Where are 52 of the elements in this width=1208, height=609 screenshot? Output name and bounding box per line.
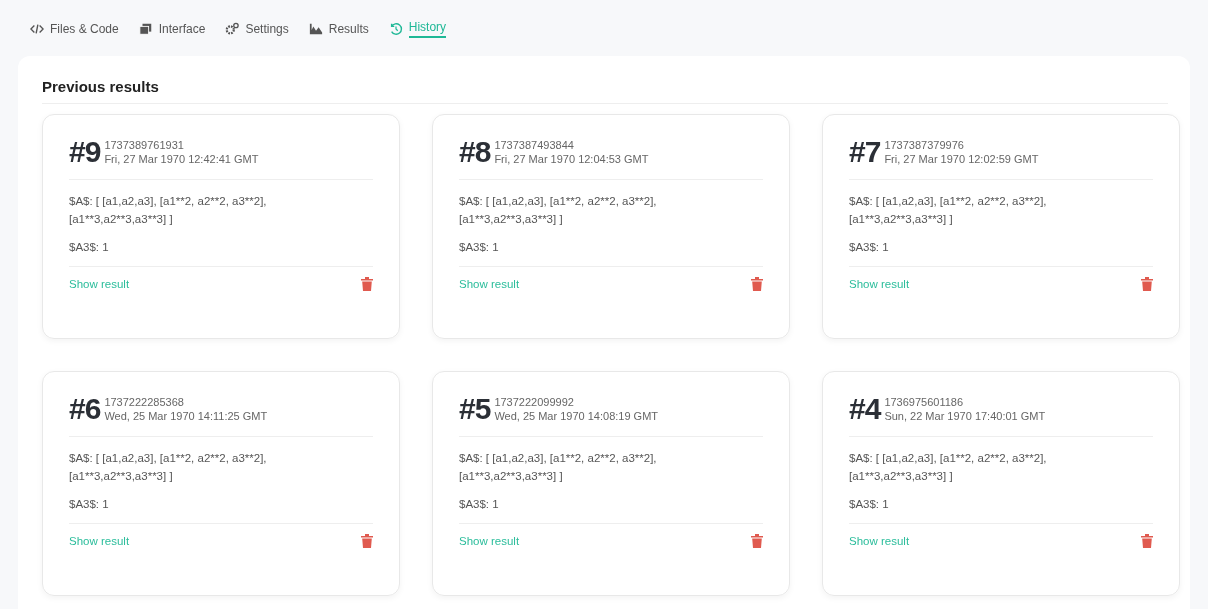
tab[interactable]: Results — [308, 22, 369, 44]
result-line: $A3$: 1 — [69, 497, 110, 512]
date-text: Fri, 27 Mar 1970 12:02:59 GMT — [884, 152, 1039, 166]
trash-icon[interactable] — [361, 277, 373, 291]
result-line: $A$: [ [a1,a2,a3], [a1**2, a2**2, a3**2], [a1**3,a2**3,a3**3] ] — [849, 194, 1048, 227]
result-line: $A3$: 1 — [459, 497, 500, 512]
tab[interactable]: History — [388, 22, 447, 44]
result-number: #7 — [849, 135, 881, 169]
timestamp: 1737389761931 — [104, 138, 185, 152]
show-result-link[interactable]: Show result — [849, 278, 910, 290]
date-text: Fri, 27 Mar 1970 12:04:53 GMT — [494, 152, 649, 166]
trash-icon[interactable] — [1141, 277, 1153, 291]
result-line: $A$: [ [a1,a2,a3], [a1**2, a2**2, a3**2], [a1**3,a2**3,a3**3] ] — [69, 451, 268, 484]
date-text: Fri, 27 Mar 1970 12:42:41 GMT — [104, 152, 259, 166]
result-line: $A$: [ [a1,a2,a3], [a1**2, a2**2, a3**2], [a1**3,a2**3,a3**3] ] — [459, 194, 658, 227]
result-number: #6 — [69, 392, 101, 426]
show-result-link[interactable]: Show result — [459, 535, 520, 547]
trash-icon[interactable] — [751, 534, 763, 548]
tab[interactable]: Files & Code — [30, 22, 119, 44]
timestamp: 1736975601186 — [884, 395, 965, 409]
tab[interactable]: Interface — [138, 22, 206, 44]
date-text: Wed, 25 Mar 1970 14:11:25 GMT — [104, 409, 268, 423]
timestamp: 1737387493844 — [494, 138, 575, 152]
show-result-link[interactable]: Show result — [69, 278, 130, 290]
show-result-link[interactable]: Show result — [849, 535, 910, 547]
date-text: Sun, 22 Mar 1970 17:40:01 GMT — [884, 409, 1046, 423]
result-number: #4 — [849, 392, 881, 426]
show-result-link[interactable]: Show result — [69, 535, 130, 547]
trash-icon[interactable] — [1141, 534, 1153, 548]
section-title: Previous results — [42, 78, 1168, 104]
code-icon — [30, 22, 44, 36]
result-line: $A3$: 1 — [459, 240, 500, 255]
results-icon — [308, 22, 323, 36]
result-line: $A$: [ [a1,a2,a3], [a1**2, a2**2, a3**2], [a1**3,a2**3,a3**3] ] — [459, 451, 658, 484]
history-icon — [388, 22, 403, 36]
timestamp: 1737222285368 — [104, 395, 185, 409]
result-number: #5 — [459, 392, 491, 426]
result-number: #8 — [459, 135, 491, 169]
result-line: $A3$: 1 — [849, 497, 890, 512]
date-text: Wed, 25 Mar 1970 14:08:19 GMT — [494, 409, 659, 423]
trash-icon[interactable] — [751, 277, 763, 291]
tab[interactable]: Settings — [225, 22, 289, 44]
timestamp: 1737387379976 — [884, 138, 965, 152]
result-line: $A$: [ [a1,a2,a3], [a1**2, a2**2, a3**2], [a1**3,a2**3,a3**3] ] — [69, 194, 268, 227]
show-result-link[interactable]: Show result — [459, 278, 520, 290]
timestamp: 1737222099992 — [494, 395, 575, 409]
result-line: $A3$: 1 — [849, 240, 890, 255]
result-line: $A3$: 1 — [69, 240, 110, 255]
result-number: #9 — [69, 135, 101, 169]
interface-icon — [138, 22, 153, 36]
trash-icon[interactable] — [361, 534, 373, 548]
result-line: $A$: [ [a1,a2,a3], [a1**2, a2**2, a3**2], [a1**3,a2**3,a3**3] ] — [849, 451, 1048, 484]
